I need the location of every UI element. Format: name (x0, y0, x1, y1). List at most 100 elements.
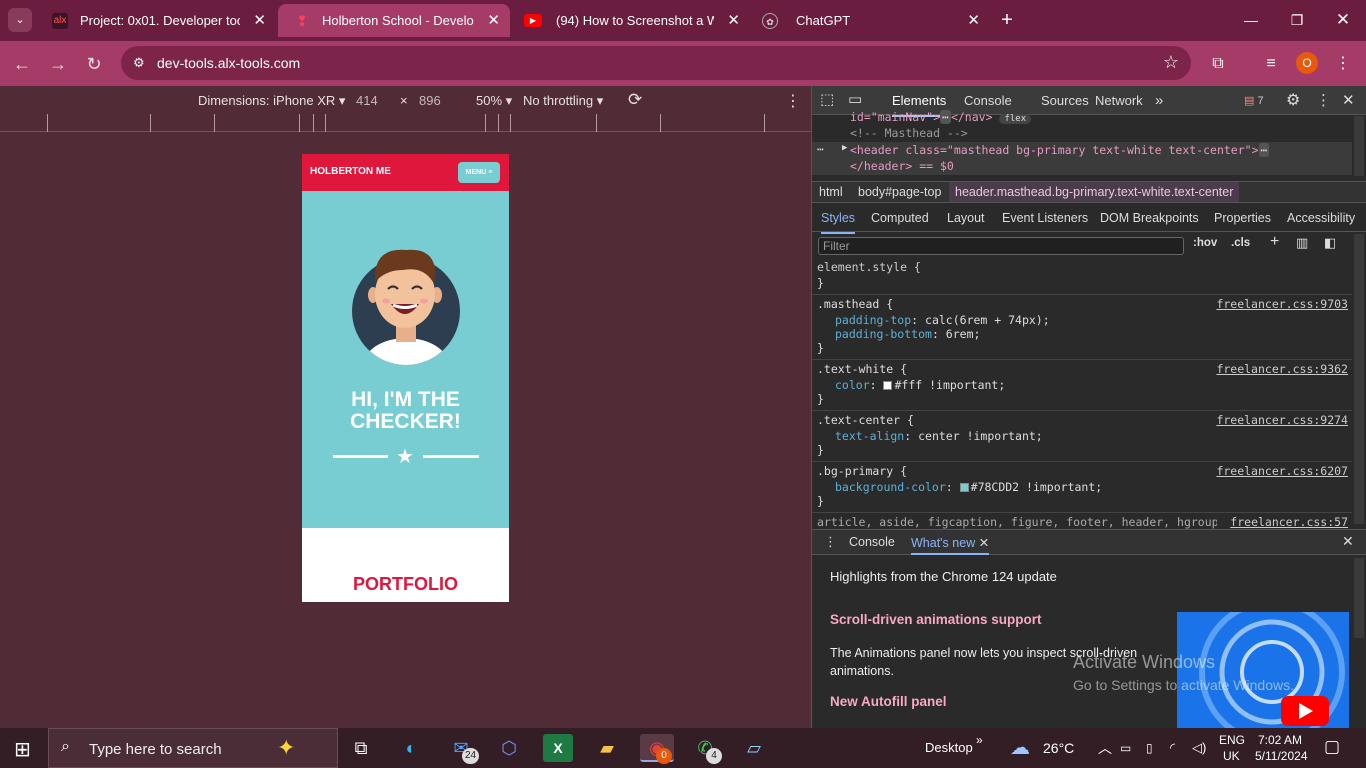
rule-masthead-source[interactable]: freelancer.css:9703 (1216, 297, 1348, 311)
whats-new-heading-2[interactable]: New Autofill panel (830, 694, 947, 709)
more-tabs-icon[interactable]: » (1155, 86, 1163, 115)
bookmark-star-icon[interactable]: ☆ (1163, 52, 1179, 73)
tab-project[interactable]: alx Project: 0x01. Developer tools | ✕ (36, 4, 276, 37)
close-tab-icon[interactable]: ✕ (487, 4, 500, 37)
tab-search-button[interactable]: ⌄ (8, 8, 32, 32)
clock-time[interactable]: 7:02 AM (1258, 733, 1302, 747)
subtab-styles[interactable]: Styles (821, 204, 856, 234)
color-swatch[interactable] (959, 483, 969, 492)
more-menu-icon[interactable]: ⋮ (1332, 53, 1354, 75)
windows-start-icon[interactable]: ⊞ (14, 737, 31, 762)
tab-youtube[interactable]: ▶ (94) How to Screenshot a Web I ✕ (512, 4, 750, 37)
decl-background-color[interactable]: background-color: #78CDD2 !important; (835, 480, 1102, 494)
language-code[interactable]: ENG (1219, 733, 1245, 747)
subtab-layout[interactable]: Layout (947, 204, 985, 232)
settings-gear-icon[interactable]: ⚙ (1286, 90, 1300, 110)
rule-text-white-selector[interactable]: .text-white { (817, 362, 907, 376)
chevron-icon[interactable]: » (976, 720, 983, 760)
devtools-menu-icon[interactable]: ⋮ (1316, 91, 1331, 109)
inspect-element-icon[interactable]: ⬚ (820, 90, 834, 108)
breadcrumb-body[interactable]: body#page-top (858, 182, 941, 202)
rule-bg-primary-selector[interactable]: .bg-primary { (817, 464, 907, 478)
back-button[interactable]: ← (9, 51, 35, 77)
styles-filter-input[interactable]: Filter (818, 237, 1184, 255)
rule-ua-source[interactable]: freelancer.css:57 (1230, 515, 1348, 529)
profile-avatar[interactable]: O (1296, 52, 1318, 74)
subtab-dom-breakpoints[interactable]: DOM Breakpoints (1100, 204, 1199, 232)
copilot-icon[interactable]: ⬡ (494, 734, 524, 762)
excel-icon[interactable]: X (543, 734, 573, 762)
styles-scrollbar[interactable] (1354, 234, 1364, 524)
tab-holberton[interactable]: ❢ Holberton School - Developer t ✕ (278, 4, 510, 37)
extensions-icon[interactable]: ⧉ (1207, 53, 1229, 75)
rule-masthead-selector[interactable]: .masthead { (817, 297, 893, 311)
notepad-icon[interactable]: ▱ (739, 734, 769, 762)
sidebar-toggle-icon[interactable]: ◧ (1324, 235, 1336, 251)
dom-scrollbar[interactable] (1354, 116, 1364, 176)
reload-button[interactable]: ↻ (81, 51, 107, 77)
show-hidden-icons[interactable]: ︿ (1098, 728, 1112, 768)
paint-icon[interactable]: ▥ (1296, 235, 1308, 251)
rule-text-center-source[interactable]: freelancer.css:9274 (1216, 413, 1348, 427)
clock-date[interactable]: 5/11/2024 (1255, 749, 1308, 763)
drawer-scrollbar[interactable] (1354, 558, 1364, 638)
site-brand[interactable]: HOLBERTON ME (310, 166, 391, 177)
new-tab-button[interactable]: + (996, 8, 1018, 32)
media-controls-icon[interactable]: ≡ (1260, 53, 1282, 75)
device-select[interactable]: Dimensions: iPhone XR ▾ (198, 93, 345, 109)
forward-button[interactable]: → (45, 51, 71, 77)
close-drawer-icon[interactable]: ✕ (1342, 533, 1354, 550)
rule-ua-selector[interactable]: article, aside, figcaption, figure, foot… (817, 515, 1217, 529)
subtab-properties[interactable]: Properties (1214, 204, 1271, 232)
address-bar[interactable]: ⚙ dev-tools.alx-tools.com ☆ (121, 46, 1191, 80)
decl-text-align[interactable]: text-align: center !important; (835, 429, 1043, 443)
dom-ellipsis-icon[interactable]: ⋯ (817, 142, 824, 156)
device-more-icon[interactable]: ⋮ (785, 91, 801, 111)
decl-padding-bottom[interactable]: padding-bottom: 6rem; (835, 327, 980, 341)
close-window-button[interactable]: ✕ (1328, 8, 1358, 32)
issues-button[interactable]: ▤ 7 (1244, 94, 1264, 107)
tab-chatgpt[interactable]: ✿ ChatGPT ✕ (752, 4, 990, 37)
subtab-event-listeners[interactable]: Event Listeners (1002, 204, 1088, 232)
width-input[interactable]: 414 (356, 93, 378, 108)
flex-badge[interactable]: flex (999, 114, 1032, 124)
zoom-select[interactable]: 50% ▾ (476, 93, 512, 109)
close-tab-icon[interactable]: ✕ (979, 536, 989, 550)
drawer-tab-console[interactable]: Console (849, 535, 895, 549)
notification-icon[interactable]: ▢ (1324, 737, 1340, 757)
close-tab-icon[interactable]: ✕ (967, 4, 980, 37)
decl-padding-top[interactable]: padding-top: calc(6rem + 74px); (835, 313, 1050, 327)
subtab-accessibility[interactable]: Accessibility (1287, 204, 1355, 232)
language-region[interactable]: UK (1223, 749, 1240, 763)
breadcrumb-header[interactable]: header.masthead.bg-primary.text-white.te… (949, 182, 1240, 202)
rule-text-white-source[interactable]: freelancer.css:9362 (1216, 362, 1348, 376)
temperature[interactable]: 26°C (1043, 728, 1074, 768)
copilot-sparkle-icon[interactable]: ✦ (277, 735, 295, 761)
close-tab-icon[interactable]: ✕ (727, 4, 740, 37)
subtab-computed[interactable]: Computed (871, 204, 929, 232)
new-rule-icon[interactable]: + (1270, 233, 1279, 251)
site-info-icon[interactable]: ⚙ (133, 54, 151, 72)
breadcrumb-html[interactable]: html (819, 182, 843, 202)
close-tab-icon[interactable]: ✕ (253, 4, 266, 37)
tab-network[interactable]: Network (1095, 86, 1143, 115)
tab-sources[interactable]: Sources (1041, 86, 1089, 115)
drawer-tab-whats-new[interactable]: What's new ✕ (911, 535, 990, 555)
volume-icon[interactable]: ◁) (1192, 728, 1206, 768)
weather-icon[interactable]: ☁ (1010, 728, 1030, 768)
height-input[interactable]: 896 (419, 93, 441, 108)
device-icon[interactable]: ▯ (1146, 728, 1153, 768)
file-explorer-icon[interactable]: ▰ (592, 734, 622, 762)
color-swatch[interactable] (883, 381, 893, 390)
desktop-toolbar-label[interactable]: Desktop (925, 728, 973, 768)
ellipsis-badge[interactable]: ⋯ (1258, 143, 1270, 157)
task-view-icon[interactable]: ⧉ (346, 734, 376, 762)
throttling-select[interactable]: No throttling ▾ (523, 93, 603, 109)
restore-button[interactable]: ❐ (1282, 8, 1312, 32)
close-devtools-icon[interactable]: ✕ (1342, 91, 1355, 109)
edge-icon[interactable]: ◐ (396, 734, 426, 762)
expand-triangle-icon[interactable]: ▶ (842, 143, 847, 153)
dom-line-nav[interactable]: id="mainNav"> ⋯ </nav> flex (850, 110, 1032, 124)
rule-text-center-selector[interactable]: .text-center { (817, 413, 914, 427)
taskbar-search[interactable]: ⌕ Type here to search ✦ (48, 728, 338, 768)
